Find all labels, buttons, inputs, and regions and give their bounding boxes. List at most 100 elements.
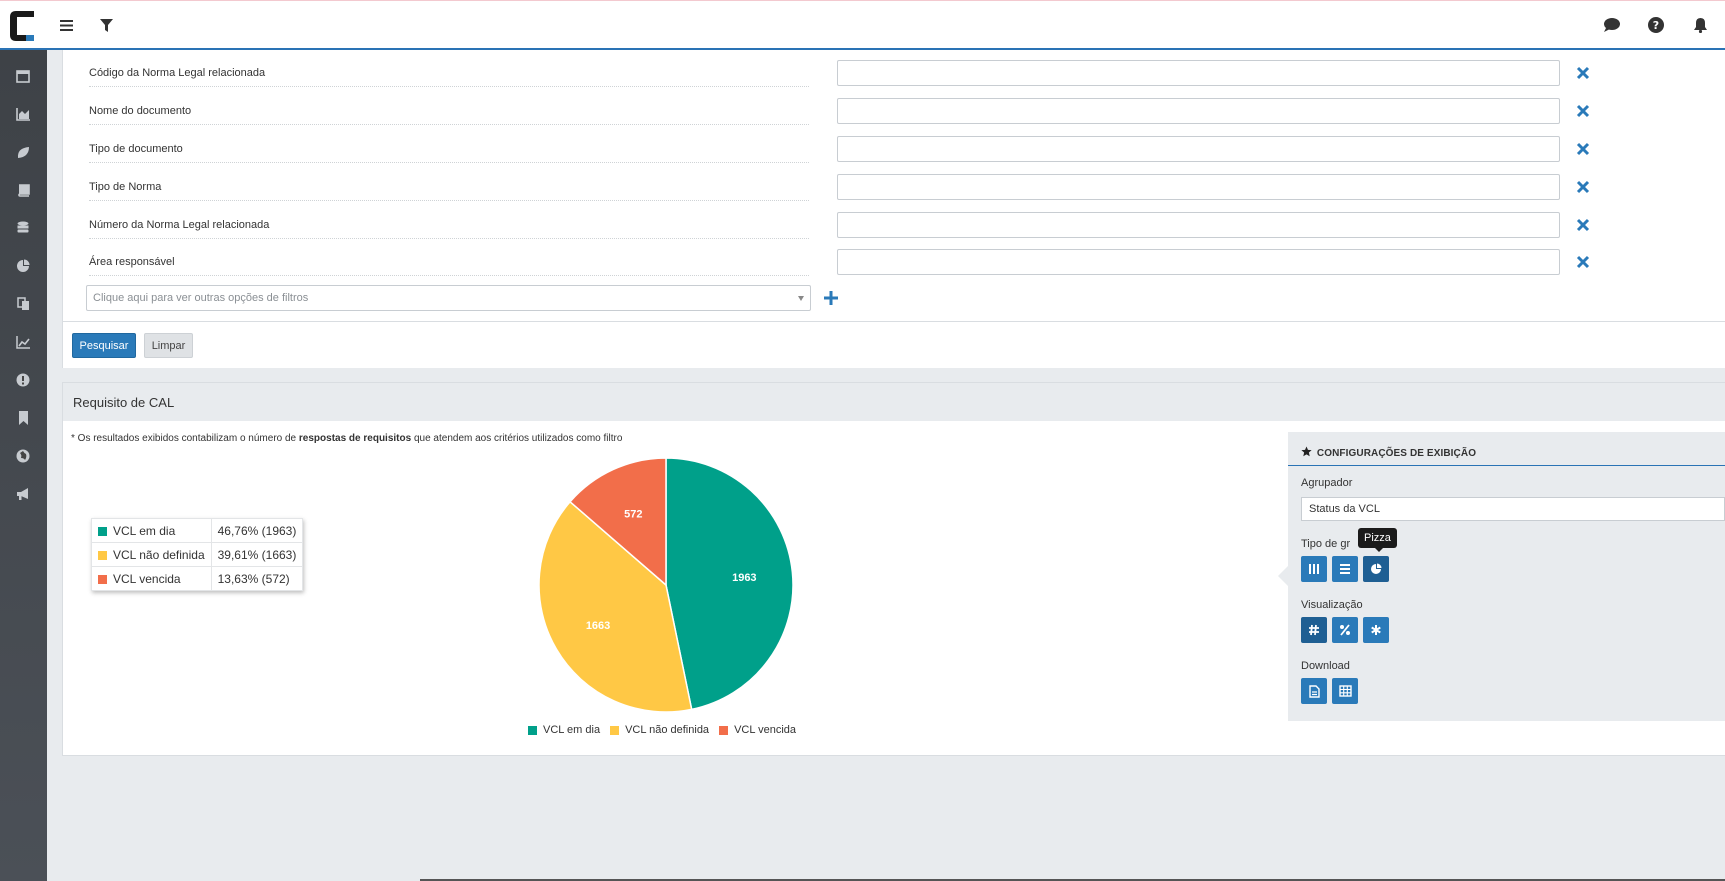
list-icon — [1340, 564, 1350, 574]
display-settings-panel: CONFIGURAÇÕES DE EXIBIÇÃO Agrupador Stat… — [1278, 432, 1725, 721]
download-pdf-button[interactable] — [1301, 678, 1327, 704]
bell-icon[interactable] — [1690, 15, 1710, 35]
bar-chart-type-button[interactable] — [1301, 556, 1327, 582]
chat-icon[interactable] — [1602, 15, 1622, 35]
legend-swatch — [98, 550, 107, 560]
row-label: VCL em dia — [113, 523, 176, 538]
help-icon[interactable]: ? — [1646, 15, 1666, 35]
table-cell-value: 46,76% (1963) — [210, 518, 304, 543]
bookmark-icon[interactable] — [13, 408, 33, 428]
legend-label: VCL em dia — [543, 724, 601, 736]
table-cell-value: 39,61% (1663) — [210, 542, 304, 567]
legend-swatch — [610, 725, 620, 735]
filter-label-nome-documento: Nome do documento — [89, 97, 809, 125]
filter-icon[interactable] — [96, 15, 116, 35]
book-icon[interactable] — [13, 180, 33, 200]
pie-chart-icon[interactable] — [13, 256, 33, 276]
documents-icon[interactable] — [13, 294, 33, 314]
columns-icon — [1309, 564, 1319, 574]
table-cell-value: 13,63% (572) — [210, 566, 304, 591]
legend-item[interactable]: VCL vencida — [719, 724, 796, 736]
legend-swatch — [98, 574, 107, 584]
filter-input-tipo-documento[interactable] — [837, 136, 1560, 162]
display-settings-title: CONFIGURAÇÕES DE EXIBIÇÃO — [1316, 448, 1477, 459]
filter-panel: Código da Norma Legal relacionada Nome d… — [62, 50, 1725, 368]
grouper-select[interactable]: Status da VCL — [1301, 497, 1725, 521]
remove-filter-numero-norma-icon[interactable] — [1575, 217, 1591, 233]
app-logo[interactable] — [8, 9, 38, 43]
legend-swatch — [98, 526, 107, 536]
filter-input-area-responsavel[interactable] — [837, 249, 1560, 275]
table-cell-name: VCL não definida — [91, 542, 212, 567]
database-icon[interactable] — [13, 218, 33, 238]
download-table-button[interactable] — [1332, 678, 1358, 704]
note-suffix: que atendem aos critérios utilizados com… — [411, 433, 623, 444]
file-icon — [1308, 684, 1320, 698]
filter-actions: Pesquisar Limpar — [63, 321, 1725, 368]
more-filters-placeholder: Clique aqui para ver outras opções de fi… — [93, 292, 309, 304]
exclamation-circle-icon[interactable] — [13, 370, 33, 390]
hash-icon — [1309, 624, 1319, 636]
table-cell-name: VCL vencida — [91, 566, 212, 591]
filter-input-numero-norma[interactable] — [837, 212, 1560, 238]
legend-item[interactable]: VCL em dia — [528, 724, 600, 736]
view-both-button[interactable] — [1363, 617, 1389, 643]
table-row: VCL vencida 13,63% (572) — [91, 566, 304, 591]
pie-slice-label: 572 — [624, 508, 642, 520]
pie-slice-label: 1663 — [586, 620, 610, 632]
pie-slice-label: 1963 — [732, 572, 756, 584]
filter-input-codigo-norma[interactable] — [837, 60, 1560, 86]
megaphone-icon[interactable] — [13, 484, 33, 504]
pie-chart-type-button[interactable] — [1363, 556, 1389, 582]
filter-label-numero-norma: Número da Norma Legal relacionada — [89, 211, 809, 239]
top-bar: ? — [0, 0, 1725, 50]
remove-filter-codigo-norma-icon[interactable] — [1575, 65, 1591, 81]
remove-filter-area-responsavel-icon[interactable] — [1575, 254, 1591, 270]
chevron-down-icon — [798, 296, 804, 301]
result-title: Requisito de CAL — [73, 395, 175, 410]
view-percent-button[interactable] — [1332, 617, 1358, 643]
grouper-label: Agrupador — [1301, 477, 1353, 489]
area-chart-icon[interactable] — [13, 104, 33, 124]
search-button[interactable]: Pesquisar — [72, 333, 136, 358]
svg-text:?: ? — [1653, 19, 1659, 32]
remove-filter-nome-documento-icon[interactable] — [1575, 103, 1591, 119]
pie-chart-icon — [1371, 563, 1382, 574]
more-filters-select[interactable]: Clique aqui para ver outras opções de fi… — [86, 285, 811, 311]
filter-label-tipo-norma: Tipo de Norma — [89, 173, 809, 201]
filter-input-nome-documento[interactable] — [837, 98, 1560, 124]
table-row: VCL em dia 46,76% (1963) — [91, 518, 304, 543]
filter-input-tipo-norma[interactable] — [837, 174, 1560, 200]
results-note: * Os resultados exibidos contabilizam o … — [71, 433, 622, 444]
clear-button[interactable]: Limpar — [144, 333, 193, 358]
row-label: VCL não definida — [113, 547, 205, 562]
line-chart-icon[interactable] — [13, 332, 33, 352]
legend-item[interactable]: VCL não definida — [610, 724, 709, 736]
remove-filter-tipo-norma-icon[interactable] — [1575, 179, 1591, 195]
table-icon — [1338, 685, 1352, 697]
note-bold: respostas de requisitos — [298, 433, 412, 444]
asterisk-icon — [1371, 625, 1381, 635]
add-filter-icon[interactable] — [822, 289, 840, 307]
leaf-icon[interactable] — [13, 142, 33, 162]
legend-swatch — [528, 725, 537, 735]
note-prefix: * Os resultados exibidos contabilizam o … — [71, 433, 299, 444]
globe-icon[interactable] — [13, 446, 33, 466]
calendar-icon[interactable] — [13, 66, 33, 86]
pie-slice[interactable] — [665, 457, 794, 711]
data-summary-table: VCL em dia 46,76% (1963) VCL não definid… — [91, 518, 304, 591]
horizontal-bar-chart-type-button[interactable] — [1332, 556, 1358, 582]
chart-legend: VCL em dia VCL não definida VCL vencida — [528, 724, 828, 736]
table-cell-name: VCL em dia — [91, 518, 212, 543]
view-absolute-button[interactable] — [1301, 617, 1327, 643]
header-divider — [1288, 465, 1725, 466]
remove-filter-tipo-documento-icon[interactable] — [1575, 141, 1591, 157]
result-header: Requisito de CAL — [63, 383, 1725, 421]
percent-icon — [1340, 624, 1350, 636]
left-nav-rail — [0, 50, 47, 881]
panel-pointer — [1278, 566, 1288, 586]
chart-type-label: Tipo de gr — [1301, 538, 1351, 550]
legend-label: VCL vencida — [734, 724, 797, 736]
table-row: VCL não definida 39,61% (1663) — [91, 542, 304, 567]
menu-icon[interactable] — [56, 15, 76, 35]
